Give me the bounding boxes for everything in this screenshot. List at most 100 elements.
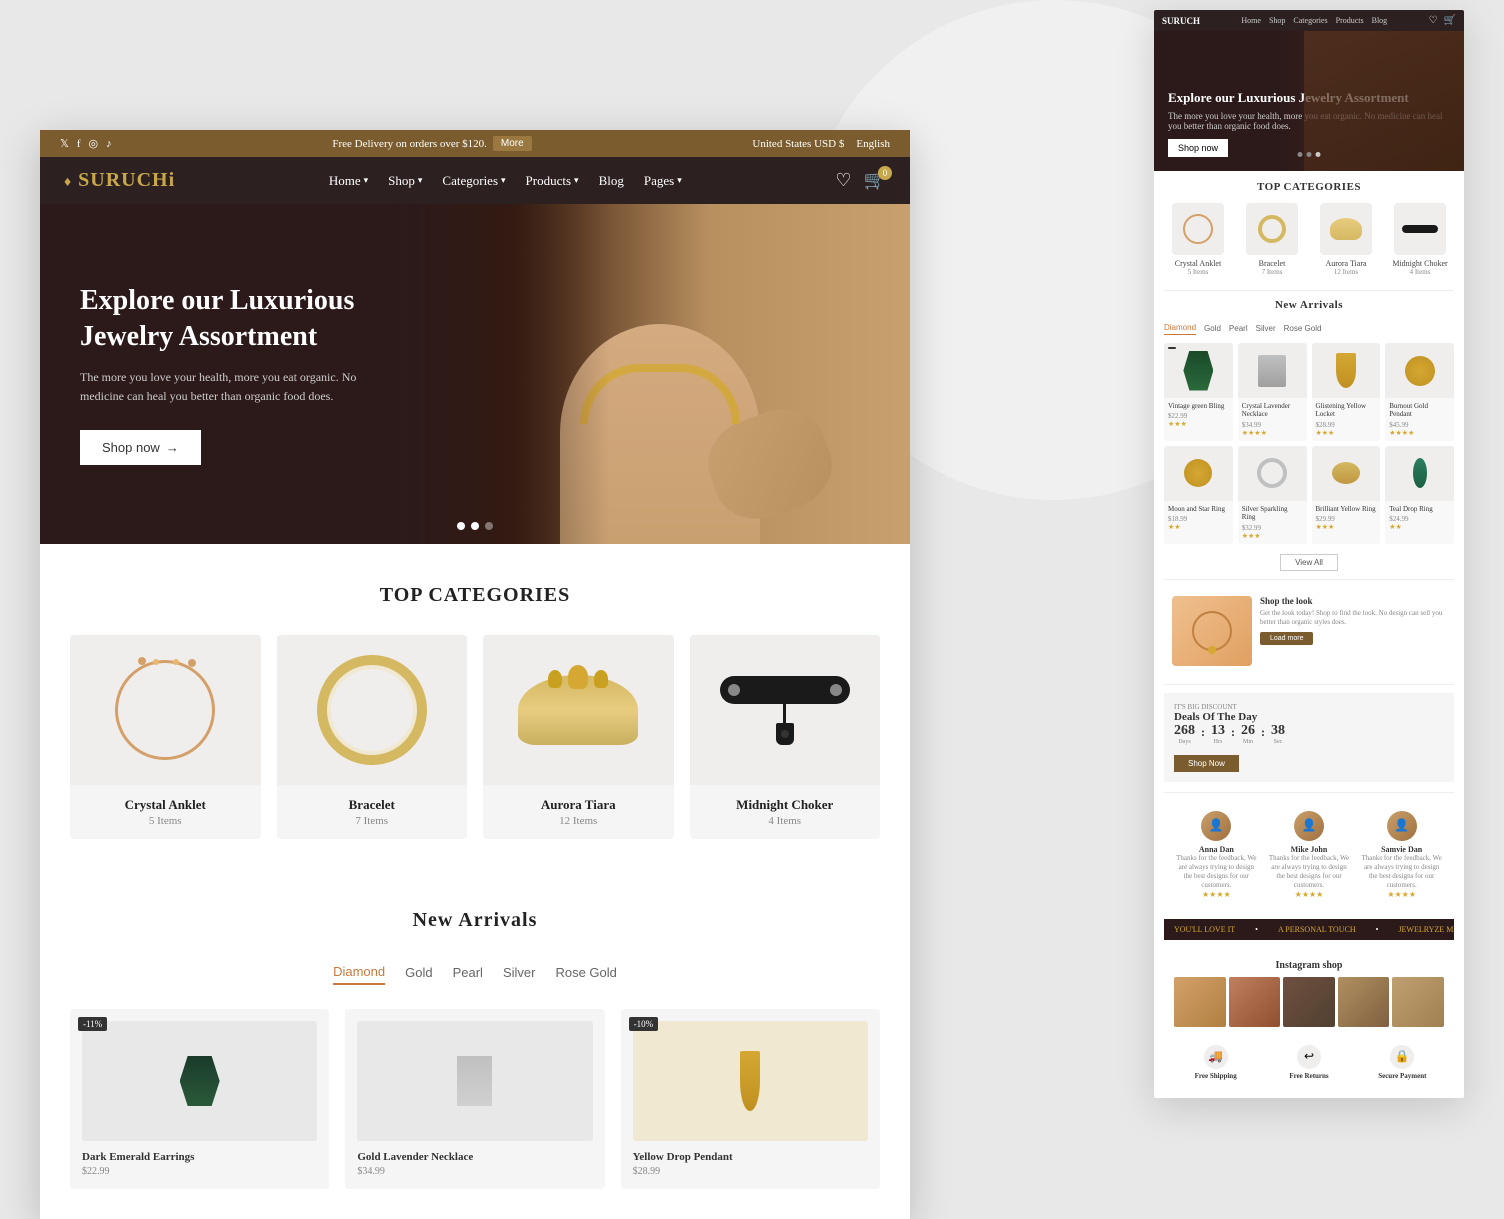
category-tiara[interactable]: Aurora Tiara 12 Items (483, 635, 674, 839)
testimonial-avatar-1: 👤 (1201, 811, 1231, 841)
product-price-6: $32.99 (1242, 524, 1303, 532)
twitter-icon[interactable]: 𝕏 (60, 137, 69, 150)
navigation: Home ▾ Shop ▾ Categories ▾ Products ▾ Bl… (329, 173, 682, 189)
logo-icon: ♦ (64, 175, 72, 190)
tiktok-icon[interactable]: ♪ (106, 138, 112, 150)
back-product-8[interactable]: Teal Drop Ring $24.99 ★★ (1385, 446, 1454, 544)
nav-blog[interactable]: Blog (599, 173, 624, 189)
drop-icon-8 (1413, 458, 1427, 488)
tab-diamond[interactable]: Diamond (333, 960, 385, 985)
hero-dot-2[interactable] (471, 522, 479, 530)
tab-gold[interactable]: Gold (405, 960, 432, 985)
shop-now-button[interactable]: Shop now → (80, 430, 201, 465)
cart-icon[interactable]: 🛒 0 (864, 170, 886, 191)
back-cat-anklet[interactable]: Crystal Anklet 5 Items (1164, 203, 1232, 276)
deals-timer: 268 Days : 13 Hrs : 26 Min : 38 Sec (1174, 723, 1444, 745)
divider-2 (1164, 579, 1454, 580)
testimonial-avatar-2: 👤 (1294, 811, 1324, 841)
category-crystal-anklet[interactable]: Crystal Anklet 5 Items (70, 635, 261, 839)
back-product-7[interactable]: Brilliant Yellow Ring $29.99 ★★★ (1312, 446, 1381, 544)
instagram-item-3[interactable] (1283, 977, 1335, 1027)
arrivals-tab-list: Diamond Gold Pearl Silver Rose Gold (70, 960, 880, 985)
back-product-1[interactable]: Vintage green Bling $22.99 ★★★ (1164, 343, 1233, 441)
back-nav-categories[interactable]: Categories (1293, 16, 1327, 25)
arrival-product-1[interactable]: -11% Dark Emerald Earrings $22.99 (70, 1009, 329, 1189)
nav-shop[interactable]: Shop ▾ (388, 173, 422, 189)
tab-pearl[interactable]: Pearl (453, 960, 483, 985)
dot-2[interactable] (1307, 152, 1312, 157)
back-product-6[interactable]: Silver Sparkling Ring $32.99 ★★★ (1238, 446, 1307, 544)
back-tab-pearl[interactable]: Pearl (1229, 321, 1248, 335)
back-product-4[interactable]: Burnout Gold Pendant $45.99 ★★★★ (1385, 343, 1454, 441)
hero-subtitle: The more you love your health, more you … (80, 368, 380, 406)
instagram-grid (1174, 977, 1444, 1027)
hero-section: Explore our Luxurious Jewelry Assortment… (40, 204, 910, 544)
back-cart-icon[interactable]: 🛒 (1444, 15, 1456, 26)
category-bracelet[interactable]: Bracelet 7 Items (277, 635, 468, 839)
instagram-item-4[interactable] (1338, 977, 1390, 1027)
deals-title: Deals Of The Day (1174, 711, 1444, 723)
dot-1[interactable] (1298, 152, 1303, 157)
pendant-icon-3 (1336, 353, 1356, 388)
timer-hours: 13 Hrs (1211, 723, 1225, 745)
back-nav-blog[interactable]: Blog (1372, 16, 1388, 25)
nav-bar: ♦ SURUCHi Home ▾ Shop ▾ Categories ▾ Pro… (40, 157, 910, 204)
arrow-icon: → (166, 440, 179, 455)
back-product-3[interactable]: Glistening Yellow Locket $28.99 ★★★ (1312, 343, 1381, 441)
back-nav-shop[interactable]: Shop (1269, 16, 1285, 25)
back-tab-gold[interactable]: Gold (1204, 321, 1221, 335)
nav-home[interactable]: Home ▾ (329, 173, 368, 189)
new-arrivals-section: New Arrivals Diamond Gold Pearl Silver R… (40, 879, 910, 1219)
discount-badge-1: -11% (78, 1017, 107, 1031)
back-logo: SURUCH (1162, 16, 1200, 26)
hero-dot-3[interactable] (485, 522, 493, 530)
tab-rosegold[interactable]: Rose Gold (555, 960, 616, 985)
region-selector[interactable]: United States USD $ (752, 138, 844, 150)
new-arrivals-heading: New Arrivals (70, 909, 880, 932)
hero-dots (457, 522, 493, 530)
logo[interactable]: ♦ SURUCHi (64, 169, 175, 192)
tiara-icon (1330, 218, 1362, 240)
instagram-item-2[interactable] (1229, 977, 1281, 1027)
more-button[interactable]: More (493, 136, 532, 151)
language-selector[interactable]: English (856, 138, 890, 150)
arrival-product-2[interactable]: Gold Lavender Necklace $34.99 (345, 1009, 604, 1189)
back-tab-silver[interactable]: Silver (1256, 321, 1276, 335)
back-product-5[interactable]: Moon and Star Ring $18.99 ★★ (1164, 446, 1233, 544)
product-stars-1: ★★★ (1168, 420, 1229, 428)
nav-categories[interactable]: Categories ▾ (442, 173, 505, 189)
arrival-product-img-3 (633, 1021, 868, 1141)
back-hero-cta[interactable]: Shop now (1168, 139, 1228, 157)
dot-3[interactable] (1316, 152, 1321, 157)
nav-pages[interactable]: Pages ▾ (644, 173, 682, 189)
logo-text-i: i (169, 169, 176, 191)
nav-products[interactable]: Products ▾ (526, 173, 579, 189)
instagram-item-1[interactable] (1174, 977, 1226, 1027)
tab-silver[interactable]: Silver (503, 960, 536, 985)
back-cat-tiara[interactable]: Aurora Tiara 12 Items (1312, 203, 1380, 276)
back-cat-bracelet[interactable]: Bracelet 7 Items (1238, 203, 1306, 276)
instagram-section: Instagram shop (1164, 950, 1454, 1037)
hero-dot-1[interactable] (457, 522, 465, 530)
back-nav-products[interactable]: Products (1336, 16, 1364, 25)
wishlist-icon[interactable]: ♡ (835, 170, 851, 191)
anklet-image (70, 635, 261, 785)
tiara-count: 12 Items (495, 815, 662, 827)
deals-cta[interactable]: Shop Now (1174, 755, 1239, 772)
arrival-product-3[interactable]: -10% Yellow Drop Pendant $28.99 (621, 1009, 880, 1189)
top-bar-right: United States USD $ English (752, 138, 890, 150)
facebook-icon[interactable]: f (77, 138, 81, 150)
shop-look-cta[interactable]: Load more (1260, 632, 1313, 645)
instagram-icon[interactable]: ◎ (89, 137, 99, 150)
view-all-button[interactable]: View All (1280, 554, 1338, 571)
back-cat-choker[interactable]: Midnight Choker 4 Items (1386, 203, 1454, 276)
instagram-item-5[interactable] (1392, 977, 1444, 1027)
category-choker[interactable]: Midnight Choker 4 Items (690, 635, 881, 839)
back-nav-home[interactable]: Home (1241, 16, 1261, 25)
back-tab-rosegold[interactable]: Rose Gold (1284, 321, 1322, 335)
back-product-2[interactable]: Crystal Lavender Necklace $34.99 ★★★★ (1238, 343, 1307, 441)
back-products-grid: Vintage green Bling $22.99 ★★★ Crystal L… (1164, 343, 1454, 544)
product-price-8: $24.99 (1389, 515, 1450, 523)
back-heart-icon[interactable]: ♡ (1429, 15, 1438, 26)
back-tab-diamond[interactable]: Diamond (1164, 321, 1196, 335)
